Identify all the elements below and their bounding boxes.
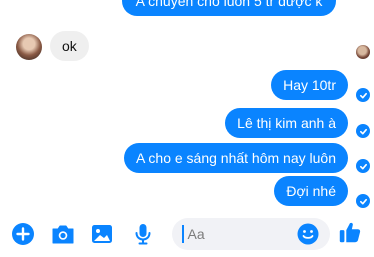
delivered-check-icon	[356, 124, 370, 138]
contact-avatar[interactable]	[16, 34, 42, 60]
text-caret	[182, 225, 184, 243]
outgoing-message-bubble[interactable]: A cho e sáng nhất hôm nay luôn	[123, 143, 348, 173]
incoming-message-bubble[interactable]: ok	[50, 31, 89, 61]
message-input-placeholder: Aa	[187, 226, 205, 242]
message-bubble-partial[interactable]: A chuyển cho luôn 5 tr được k	[122, 0, 336, 16]
outgoing-message-bubble[interactable]: Hay 10tr	[271, 70, 348, 100]
delivered-check-icon	[356, 194, 370, 208]
outgoing-message-bubble[interactable]: Đợi nhé	[274, 176, 348, 206]
image-icon[interactable]	[89, 221, 115, 247]
thumbs-up-icon[interactable]	[337, 219, 363, 245]
read-receipt-avatar	[356, 45, 370, 59]
delivered-check-icon	[356, 88, 370, 102]
camera-icon[interactable]	[50, 221, 76, 247]
microphone-icon[interactable]	[130, 221, 156, 247]
outgoing-message-bubble[interactable]: Lê thị kim anh à	[225, 108, 348, 138]
plus-circle-icon[interactable]	[10, 221, 36, 247]
delivered-check-icon	[356, 159, 370, 173]
smiley-icon[interactable]	[295, 221, 321, 247]
